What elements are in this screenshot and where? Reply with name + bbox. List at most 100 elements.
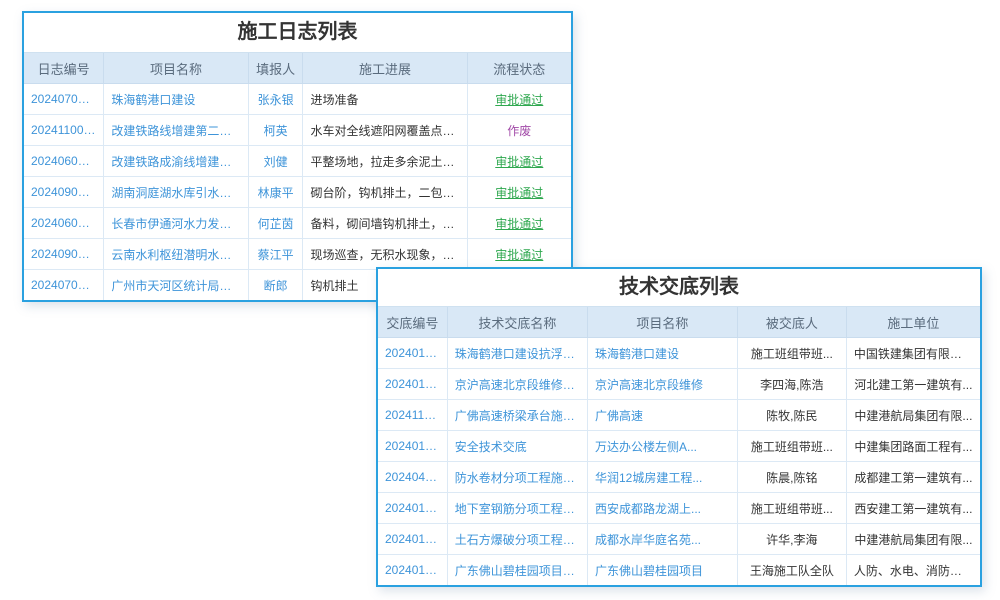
log-progress-text: 平整场地，拉走多余泥土15... [303, 146, 467, 177]
disc-receiver-text: 施工班组带班... [737, 431, 846, 462]
disc-id-link[interactable]: 2024010003 [378, 431, 447, 462]
disc-unit-text: 中国铁建集团有限公司 [846, 338, 980, 369]
log-col-header-status: 流程状态 [467, 53, 571, 84]
construction-log-title: 施工日志列表 [24, 13, 571, 53]
disc-project-link[interactable]: 华润12城房建工程... [587, 462, 737, 493]
log-status-badge[interactable]: 审批通过 [467, 177, 571, 208]
log-id-link[interactable]: 2024090009 [24, 239, 104, 270]
table-row: 2024010001 广东佛山碧桂园项目人防... 广东佛山碧桂园项目 王海施工… [378, 555, 980, 586]
log-status-badge[interactable]: 审批通过 [467, 239, 571, 270]
log-reporter-link[interactable]: 柯英 [248, 115, 303, 146]
disc-id-link[interactable]: 2024010004 [378, 369, 447, 400]
log-id-link[interactable]: 2024060006 [24, 146, 104, 177]
disc-receiver-text: 王海施工队全队 [737, 555, 846, 586]
disc-receiver-text: 陈晨,陈铭 [737, 462, 846, 493]
disc-unit-text: 中建港航局集团有限... [846, 400, 980, 431]
disc-project-link[interactable]: 珠海鹤港口建设 [587, 338, 737, 369]
construction-log-table-card: 施工日志列表 日志编号 项目名称 填报人 施工进展 流程状态 202407001… [22, 11, 573, 302]
disc-id-link[interactable]: 2024010002 [378, 493, 447, 524]
log-reporter-link[interactable]: 张永银 [248, 84, 303, 115]
disc-receiver-text: 陈牧,陈民 [737, 400, 846, 431]
log-progress-text: 进场准备 [303, 84, 467, 115]
table-row: 2024010003 安全技术交底 万达办公楼左侧A... 施工班组带班... … [378, 431, 980, 462]
disc-unit-text: 成都建工第一建筑有... [846, 462, 980, 493]
log-project-link[interactable]: 珠海鹤港口建设 [104, 84, 248, 115]
log-id-link[interactable]: 2024060005 [24, 208, 104, 239]
disc-col-header-id: 交底编号 [378, 307, 447, 338]
log-status-badge[interactable]: 审批通过 [467, 84, 571, 115]
table-row: 2024010002 地下室钢筋分项工程施工... 西安成都路龙湖上... 施工… [378, 493, 980, 524]
log-progress-text: 备料，砌间墙钩机排土，瓦... [303, 208, 467, 239]
disc-name-link[interactable]: 京沪高速北京段维修桩帽... [447, 369, 587, 400]
disc-project-link[interactable]: 西安成都路龙湖上... [587, 493, 737, 524]
log-project-link[interactable]: 湖南洞庭湖水库引水工程... [104, 177, 248, 208]
table-row: 2024060006 改建铁路成渝线增建第二... 刘健 平整场地，拉走多余泥土… [24, 146, 571, 177]
log-project-link[interactable]: 云南水利枢纽潜明水库一... [104, 239, 248, 270]
disc-project-link[interactable]: 成都水岸华庭名苑... [587, 524, 737, 555]
disc-id-link[interactable]: 2024110001 [378, 400, 447, 431]
disc-project-link[interactable]: 广东佛山碧桂园项目 [587, 555, 737, 586]
disc-receiver-text: 李四海,陈浩 [737, 369, 846, 400]
log-reporter-link[interactable]: 林康平 [248, 177, 303, 208]
disc-col-header-name: 技术交底名称 [447, 307, 587, 338]
table-row: 2024060005 长春市伊通河水力发电厂... 何芷茵 备料，砌间墙钩机排土… [24, 208, 571, 239]
log-progress-text: 水车对全线遮阳网覆盖点进... [303, 115, 467, 146]
disc-name-link[interactable]: 地下室钢筋分项工程施工... [447, 493, 587, 524]
disc-col-header-unit: 施工单位 [846, 307, 980, 338]
log-reporter-link[interactable]: 刘健 [248, 146, 303, 177]
table-row: 2024010003 珠海鹤港口建设抗浮锚杆... 珠海鹤港口建设 施工班组带班… [378, 338, 980, 369]
log-status-badge[interactable]: 审批通过 [467, 208, 571, 239]
disc-name-link[interactable]: 广东佛山碧桂园项目人防... [447, 555, 587, 586]
tech-disclosure-title: 技术交底列表 [378, 269, 980, 307]
disc-project-link[interactable]: 万达办公楼左侧A... [587, 431, 737, 462]
log-project-link[interactable]: 改建铁路线增建第二线直... [104, 115, 248, 146]
log-reporter-link[interactable]: 何芷茵 [248, 208, 303, 239]
log-id-link[interactable]: 2024110002 [24, 115, 104, 146]
log-status-badge: 作废 [467, 115, 571, 146]
disc-id-link[interactable]: 2024040001 [378, 462, 447, 493]
disclosure-header-row: 交底编号 技术交底名称 项目名称 被交底人 施工单位 [378, 307, 980, 338]
log-project-link[interactable]: 改建铁路成渝线增建第二... [104, 146, 248, 177]
disc-name-link[interactable]: 土石方爆破分项工程施工... [447, 524, 587, 555]
disc-name-link[interactable]: 防水卷材分项工程施工技... [447, 462, 587, 493]
log-col-header-project: 项目名称 [104, 53, 248, 84]
construction-log-table: 日志编号 项目名称 填报人 施工进展 流程状态 2024070011 珠海鹤港口… [24, 53, 571, 300]
log-progress-text: 现场巡查，无积水现象，水... [303, 239, 467, 270]
table-row: 2024090009 湖南洞庭湖水库引水工程... 林康平 砌台阶，钩机排土，二… [24, 177, 571, 208]
disc-unit-text: 西安建工第一建筑有... [846, 493, 980, 524]
table-row: 2024010004 京沪高速北京段维修桩帽... 京沪高速北京段维修 李四海,… [378, 369, 980, 400]
disc-unit-text: 人防、水电、消防暖通 [846, 555, 980, 586]
log-id-link[interactable]: 2024070011 [24, 84, 104, 115]
log-col-header-id: 日志编号 [24, 53, 104, 84]
disc-id-link[interactable]: 2024010003 [378, 338, 447, 369]
table-row: 2024010002 土石方爆破分项工程施工... 成都水岸华庭名苑... 许华… [378, 524, 980, 555]
table-row: 2024110001 广佛高速桥梁承台施工技... 广佛高速 陈牧,陈民 中建港… [378, 400, 980, 431]
disc-unit-text: 河北建工第一建筑有... [846, 369, 980, 400]
disc-name-link[interactable]: 广佛高速桥梁承台施工技... [447, 400, 587, 431]
log-col-header-reporter: 填报人 [248, 53, 303, 84]
log-status-badge[interactable]: 审批通过 [467, 146, 571, 177]
log-project-link[interactable]: 广州市天河区统计局机房... [104, 270, 248, 301]
table-row: 2024040001 防水卷材分项工程施工技... 华润12城房建工程... 陈… [378, 462, 980, 493]
table-row: 2024090009 云南水利枢纽潜明水库一... 蔡江平 现场巡查，无积水现象… [24, 239, 571, 270]
log-progress-text: 砌台阶，钩机排土，二包砌... [303, 177, 467, 208]
log-col-header-progress: 施工进展 [303, 53, 467, 84]
disc-id-link[interactable]: 2024010002 [378, 524, 447, 555]
disc-receiver-text: 施工班组带班... [737, 338, 846, 369]
log-id-link[interactable]: 2024070011 [24, 270, 104, 301]
disc-id-link[interactable]: 2024010001 [378, 555, 447, 586]
log-project-link[interactable]: 长春市伊通河水力发电厂... [104, 208, 248, 239]
table-row: 2024110002 改建铁路线增建第二线直... 柯英 水车对全线遮阳网覆盖点… [24, 115, 571, 146]
disc-col-header-receiver: 被交底人 [737, 307, 846, 338]
log-header-row: 日志编号 项目名称 填报人 施工进展 流程状态 [24, 53, 571, 84]
log-reporter-link[interactable]: 断郎 [248, 270, 303, 301]
disc-project-link[interactable]: 广佛高速 [587, 400, 737, 431]
disc-name-link[interactable]: 珠海鹤港口建设抗浮锚杆... [447, 338, 587, 369]
disc-name-link[interactable]: 安全技术交底 [447, 431, 587, 462]
disc-project-link[interactable]: 京沪高速北京段维修 [587, 369, 737, 400]
log-reporter-link[interactable]: 蔡江平 [248, 239, 303, 270]
log-id-link[interactable]: 2024090009 [24, 177, 104, 208]
disc-receiver-text: 许华,李海 [737, 524, 846, 555]
disc-unit-text: 中建港航局集团有限... [846, 524, 980, 555]
tech-disclosure-table: 交底编号 技术交底名称 项目名称 被交底人 施工单位 2024010003 珠海… [378, 307, 980, 585]
